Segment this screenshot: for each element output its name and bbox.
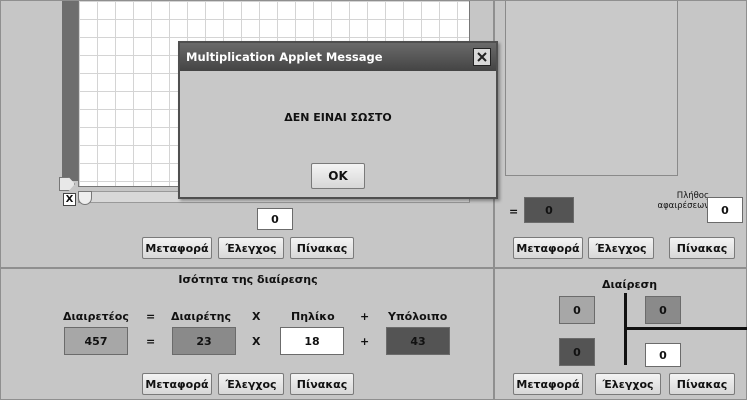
dividend-field[interactable]: 457 — [64, 327, 128, 355]
subtraction-count-field: 0 — [707, 197, 743, 223]
grid-transfer-button[interactable]: Μεταφορά — [142, 237, 212, 259]
grid-table-button[interactable]: Πίνακας — [290, 237, 354, 259]
division-horizontal-line — [626, 327, 747, 330]
division-check-button[interactable]: Έλεγχος — [595, 373, 661, 395]
division-transfer-button[interactable]: Μεταφορά — [513, 373, 583, 395]
x-tool-icon[interactable]: X — [63, 193, 76, 206]
subtraction-count-label-line1: Πλήθος — [676, 191, 709, 201]
subtraction-display — [505, 1, 678, 176]
subtraction-table-button[interactable]: Πίνακας — [669, 237, 735, 259]
message-dialog: Multiplication Applet Message ΔΕΝ ΕΙΝΑΙ … — [178, 41, 498, 199]
close-x-glyph — [477, 52, 487, 62]
quotient-label: Πηλίκο — [291, 310, 335, 323]
subtraction-result-field: 0 — [524, 197, 574, 223]
dividend-label: Διαιρετέος — [63, 310, 129, 323]
equality-title: Ισότητα της διαίρεσης — [178, 273, 318, 286]
division-remainder-field[interactable]: 0 — [559, 338, 595, 366]
equality-panel: Ισότητα της διαίρεσης Διαιρετέος = Διαιρ… — [0, 268, 494, 400]
equality-transfer-button[interactable]: Μεταφορά — [142, 373, 212, 395]
division-dividend-field[interactable]: 0 — [559, 296, 595, 324]
division-title: Διαίρεση — [602, 278, 658, 291]
equals-operator-label: = — [146, 310, 156, 323]
grid-counter-field[interactable]: 0 — [257, 208, 293, 230]
subtraction-equals-label: = — [509, 205, 519, 218]
division-quotient-field[interactable]: 0 — [645, 343, 681, 367]
division-panel: Διαίρεση 0 0 0 0 Μεταφορά Έλεγχος Πίνακα… — [494, 268, 747, 400]
subtraction-transfer-button[interactable]: Μεταφορά — [513, 237, 583, 259]
plus-operator: + — [360, 335, 370, 348]
subtraction-count-label-line2: αφαιρέσεων — [657, 201, 709, 211]
close-icon[interactable] — [473, 48, 491, 66]
dialog-title: Multiplication Applet Message — [186, 50, 383, 64]
horizontal-slider-handle[interactable] — [78, 191, 92, 205]
dialog-ok-button[interactable]: OK — [311, 163, 365, 189]
grid-check-button[interactable]: Έλεγχος — [218, 237, 284, 259]
divisor-label: Διαιρέτης — [171, 310, 232, 323]
division-divisor-field[interactable]: 0 — [645, 296, 681, 324]
subtraction-check-button[interactable]: Έλεγχος — [588, 237, 654, 259]
subtraction-panel: = 0 Πλήθος αφαιρέσεων 0 Μεταφορά Έλεγχος… — [494, 0, 747, 268]
quotient-field[interactable]: 18 — [280, 327, 344, 355]
dialog-title-bar[interactable]: Multiplication Applet Message — [180, 43, 496, 71]
equality-table-button[interactable]: Πίνακας — [290, 373, 354, 395]
equality-check-button[interactable]: Έλεγχος — [218, 373, 284, 395]
dialog-message: ΔΕΝ ΕΙΝΑΙ ΣΩΣΤΟ — [284, 111, 392, 124]
times-operator: X — [252, 335, 261, 348]
plus-operator-label: + — [360, 310, 370, 323]
subtraction-count-label: Πλήθος αφαιρέσεων — [619, 191, 709, 211]
division-table-button[interactable]: Πίνακας — [669, 373, 735, 395]
remainder-field[interactable]: 43 — [386, 327, 450, 355]
vertical-slider-track[interactable] — [62, 1, 78, 181]
equals-operator: = — [146, 335, 156, 348]
remainder-label: Υπόλοιπο — [388, 310, 448, 323]
times-operator-label: X — [252, 310, 261, 323]
divisor-field[interactable]: 23 — [172, 327, 236, 355]
